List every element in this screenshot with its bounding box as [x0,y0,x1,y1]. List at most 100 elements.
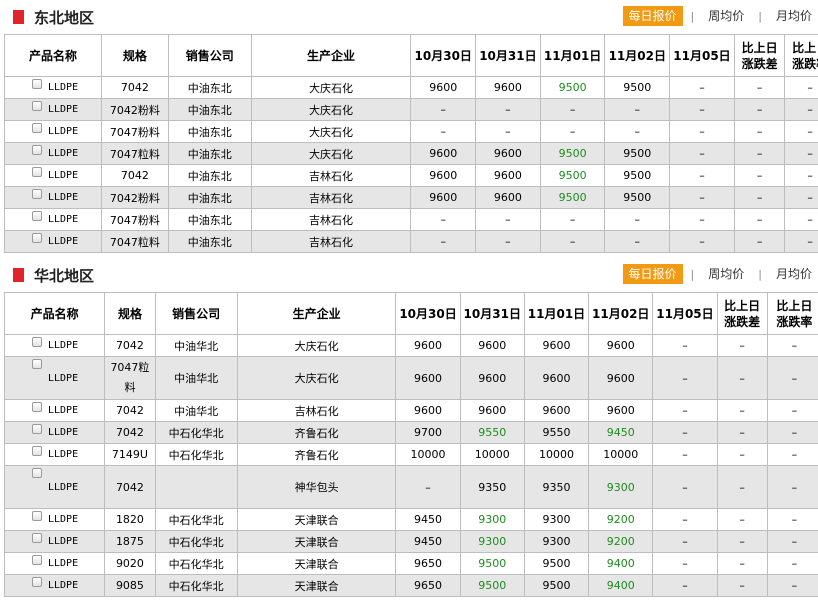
price-cell: 10000 [459,443,525,466]
row-checkbox[interactable] [32,211,42,221]
producer-cell: 吉林石化 [250,230,412,253]
seller-cell: 中石化华北 [154,421,238,444]
seller-cell: 中油东北 [167,76,252,99]
product-cell: LLDPE [3,421,106,444]
tab-separator: | [758,267,762,281]
product-cell: LLDPE [3,508,106,531]
row-checkbox[interactable] [32,511,42,521]
tab-weekly-average[interactable]: 周均价 [702,6,750,26]
header-rate-line1: 比上日 [792,40,818,55]
tab-daily-price[interactable]: 每日报价 [622,264,683,284]
price-cell: 9500 [604,186,671,209]
northeast-section: 东北地区 每日报价 | 周均价 | 月均价 产品名称 规格 销售公司 生产企业 … [0,0,818,253]
seller-cell: 中油华北 [154,399,238,422]
row-checkbox[interactable] [32,189,42,199]
row-checkbox[interactable] [32,577,42,587]
table-row: LLDPE 9020 中石化华北 天津联合 9650 9500 9500 9400– – – [3,552,818,575]
price-cell: – [669,208,735,231]
table-row: LLDPE 7149U 中石化华北 齐鲁石化 10000 10000 10000 10000–… [3,443,818,466]
price-cell: 9700 [395,421,461,444]
row-checkbox[interactable] [32,337,42,347]
seller-cell [154,465,238,509]
product-cell: LLDPE [3,530,106,553]
rate-cell: – [766,443,818,466]
row-checkbox[interactable] [32,101,42,111]
price-cell: – [475,120,541,143]
row-checkbox[interactable] [32,402,42,412]
product-cell: LLDPE [3,230,103,253]
row-checkbox[interactable] [32,167,42,177]
producer-cell: 天津联合 [236,508,397,531]
price-cell: – [652,465,718,509]
tab-monthly-average[interactable]: 月均价 [770,6,818,26]
price-cell: – [652,574,718,597]
spec-cell: 7047粒料 [104,356,156,400]
price-cell: 9300 [523,508,590,531]
tab-weekly-average[interactable]: 周均价 [702,264,750,284]
header-product: 产品名称 [3,34,103,77]
spec-cell: 7042粉料 [101,98,169,121]
price-cell: 9500 [539,142,606,165]
product-cell: LLDPE [3,334,106,357]
seller-cell: 中油东北 [167,186,252,209]
price-cell: 9400 [588,574,654,597]
producer-cell: 吉林石化 [250,186,412,209]
tab-daily-price[interactable]: 每日报价 [622,6,683,26]
row-checkbox[interactable] [32,359,42,369]
price-cell: 9550 [523,421,590,444]
diff-cell: – [716,552,768,575]
spec-cell: 7042 [104,421,156,444]
price-cell: – [652,334,718,357]
price-cell: – [669,186,735,209]
header-date-3: 11月01日 [523,292,590,335]
price-cell: 10000 [523,443,590,466]
north-price-tabs: 每日报价 | 周均价 | 月均价 [622,264,818,284]
northeast-title: 东北地区 [34,9,95,27]
diff-cell: – [716,399,768,422]
product-name: LLDPE [48,427,79,438]
row-checkbox[interactable] [32,533,42,543]
row-checkbox[interactable] [32,446,42,456]
header-seller: 销售公司 [154,292,238,335]
product-name: LLDPE [48,170,79,181]
price-cell: – [604,120,671,143]
price-cell: – [410,120,477,143]
price-cell: – [669,120,735,143]
row-checkbox[interactable] [32,233,42,243]
northeast-price-tabs: 每日报价 | 周均价 | 月均价 [622,6,818,26]
tab-monthly-average[interactable]: 月均价 [770,264,818,284]
diff-cell: – [716,334,768,357]
price-cell: 9500 [523,552,590,575]
price-cell: – [652,508,718,531]
row-checkbox[interactable] [32,468,42,478]
product-name: LLDPE [48,126,79,137]
diff-cell: – [716,356,768,400]
row-checkbox[interactable] [32,555,42,565]
price-cell: 9450 [588,421,654,444]
product-cell: LLDPE [3,399,106,422]
seller-cell: 中石化华北 [154,508,238,531]
row-checkbox[interactable] [32,123,42,133]
row-checkbox[interactable] [32,79,42,89]
price-cell: 9650 [395,552,461,575]
header-spec: 规格 [101,34,169,77]
seller-cell: 中油华北 [154,334,238,357]
table-row: LLDPE 9085 中石化华北 天津联合 9650 9500 9500 9400– – – [3,574,818,597]
rate-cell: – [784,230,818,253]
table-row: LLDPE 7047粒料 中油东北 大庆石化 9600 9600 9500 9500– – – [3,142,818,165]
header-date-1: 10月30日 [395,292,461,335]
header-date-5: 11月05日 [652,292,718,335]
price-cell: 9300 [588,465,654,509]
seller-cell: 中油东北 [167,142,252,165]
product-cell: LLDPE [3,98,103,121]
product-name: LLDPE [48,192,79,203]
price-cell: – [669,164,735,187]
price-cell: 9650 [395,574,461,597]
producer-cell: 神华包头 [236,465,397,509]
table-row: LLDPE 7042 中油东北 大庆石化 9600 9600 9500 9500– – – [3,76,818,99]
row-checkbox[interactable] [32,424,42,434]
spec-cell: 9085 [104,574,156,597]
price-cell: 9600 [459,399,525,422]
row-checkbox[interactable] [32,145,42,155]
rate-cell: – [784,76,818,99]
